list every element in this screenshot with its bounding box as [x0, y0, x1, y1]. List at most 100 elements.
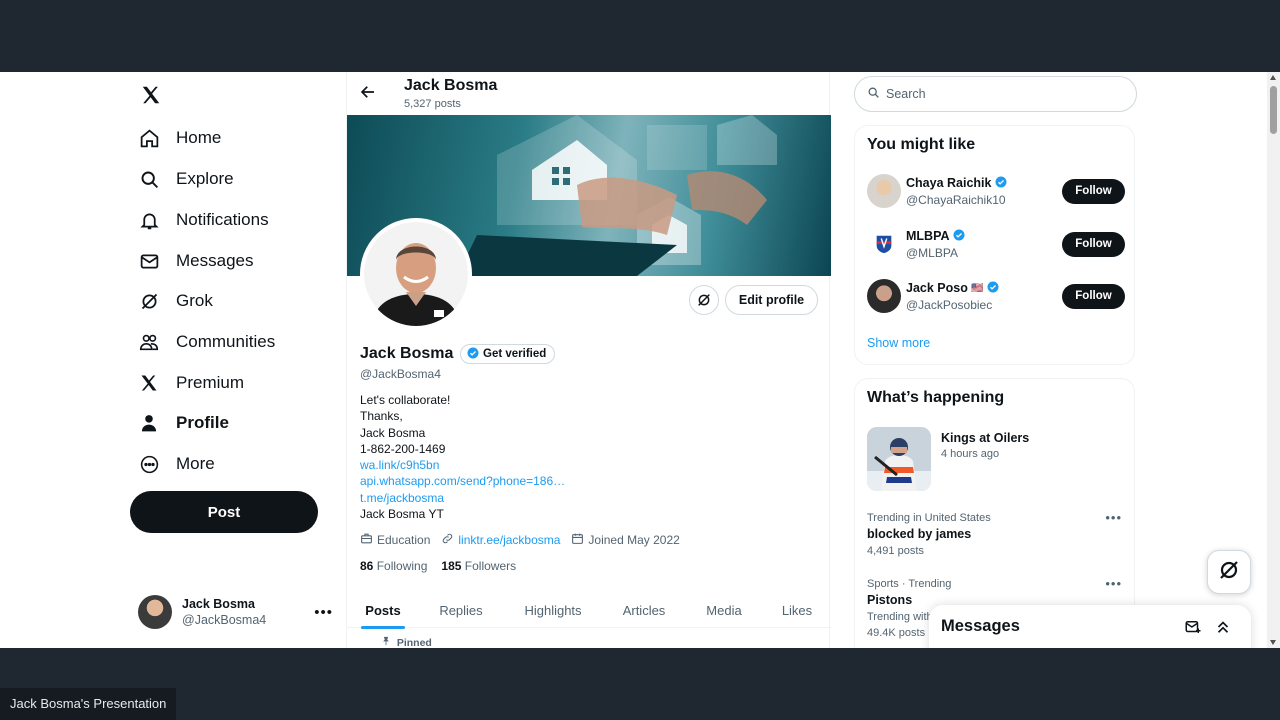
follow-counts: 86 Following 185 Followers: [360, 559, 530, 573]
bio-link[interactable]: t.me/jackbosma: [360, 490, 565, 506]
tab-posts[interactable]: Posts: [347, 592, 419, 628]
nav-label: Messages: [176, 251, 254, 270]
trend-context: Sports · Trending: [867, 578, 952, 590]
more-dots-icon[interactable]: •••: [314, 604, 333, 621]
more-dots-icon[interactable]: •••: [1105, 510, 1122, 525]
us-flag-icon: 🇺🇸: [971, 282, 984, 294]
grok-analyze-button[interactable]: [689, 285, 719, 315]
get-verified-button[interactable]: Get verified: [460, 344, 556, 364]
avatar: [138, 595, 172, 629]
nav-explore[interactable]: Explore: [138, 159, 234, 199]
bio-line: Jack Bosma: [360, 425, 426, 440]
profile-website[interactable]: linktr.ee/jackbosma: [441, 532, 560, 548]
grok-float-button[interactable]: [1207, 550, 1251, 594]
follow-button[interactable]: Follow: [1062, 231, 1125, 257]
joined-label: Joined May 2022: [588, 533, 680, 547]
website-link[interactable]: linktr.ee/jackbosma: [458, 533, 560, 547]
event-image[interactable]: [867, 427, 931, 491]
nav-more[interactable]: More: [138, 444, 215, 484]
card-title: What’s happening: [867, 389, 1005, 406]
category-label: Education: [377, 533, 431, 547]
nav-profile[interactable]: Profile: [138, 403, 229, 443]
event-title[interactable]: Kings at Oilers: [941, 431, 1029, 445]
nav-label: Explore: [176, 169, 234, 188]
nav-label: Grok: [176, 291, 213, 310]
more-circle-icon: [138, 453, 160, 475]
people-icon: [138, 331, 160, 353]
nav-premium[interactable]: Premium: [138, 363, 244, 403]
search-placeholder: Search: [886, 87, 926, 101]
nav-messages[interactable]: Messages: [138, 241, 253, 281]
nav-label: Notifications: [176, 210, 269, 229]
x-logo-icon: [138, 372, 160, 394]
bio-link[interactable]: api.whatsapp.com/send?phone=186…: [360, 473, 565, 489]
trend-count: 4,491 posts: [867, 545, 924, 557]
follow-button[interactable]: Follow: [1062, 178, 1125, 204]
trend-extra: Trending with: [867, 611, 933, 623]
show-more-link[interactable]: Show more: [867, 336, 930, 350]
grok-icon: [138, 290, 160, 312]
nav-notifications[interactable]: Notifications: [138, 200, 269, 240]
profile-bio: Let's collaborate! Thanks, Jack Bosma 1-…: [360, 392, 565, 522]
x-logo-icon[interactable]: [140, 84, 162, 106]
envelope-icon: [138, 250, 160, 272]
following-count: 86: [360, 559, 374, 573]
verified-badge-icon: [987, 281, 999, 296]
tab-articles[interactable]: Articles: [603, 592, 685, 628]
scrollbar-thumb[interactable]: [1270, 86, 1277, 134]
nav-grok[interactable]: Grok: [138, 281, 213, 321]
bio-link[interactable]: wa.link/c9h5bn: [360, 457, 565, 473]
scroll-up-arrow-icon[interactable]: [1270, 75, 1276, 80]
tab-likes[interactable]: Likes: [763, 592, 831, 628]
home-icon: [138, 127, 160, 149]
avatar: [867, 174, 901, 208]
bio-line: 1-862-200-1469: [360, 441, 446, 456]
scroll-down-arrow-icon[interactable]: [1270, 640, 1276, 645]
account-handle: @JackBosma4: [182, 613, 267, 627]
nav-communities[interactable]: Communities: [138, 322, 275, 362]
suggestion-item[interactable]: Jack Poso 🇺🇸 @JackPosobiec Follow: [867, 278, 1125, 314]
card-title: You might like: [867, 136, 976, 153]
profile-meta: Education linktr.ee/jackbosma Joined May…: [360, 532, 691, 548]
search-input[interactable]: Search: [854, 76, 1137, 112]
followers-link[interactable]: 185 Followers: [441, 559, 516, 573]
edit-profile-button[interactable]: Edit profile: [725, 285, 818, 315]
suggestion-item[interactable]: MLBPA @MLBPA Follow: [867, 226, 1125, 262]
account-switcher[interactable]: Jack Bosma @JackBosma4 •••: [138, 590, 333, 634]
profile-category: Education: [360, 532, 430, 548]
profile-avatar[interactable]: [360, 218, 472, 330]
tab-highlights[interactable]: Highlights: [503, 592, 603, 628]
profile-column: Jack Bosma 5,327 posts Edit profile Jack…: [346, 72, 831, 648]
suggestion-handle: @ChayaRaichik10: [906, 192, 1006, 207]
trend-count: 49.4K posts: [867, 627, 926, 639]
suggestion-item[interactable]: Chaya Raichik @ChayaRaichik10 Follow: [867, 173, 1125, 209]
you-might-like-card: You might like Chaya Raichik @ChayaRaich…: [854, 125, 1135, 365]
search-icon: [867, 86, 886, 102]
bio-line: Jack Bosma YT: [360, 507, 444, 522]
mlbpa-logo-icon: [867, 227, 901, 261]
following-link[interactable]: 86 Following: [360, 559, 427, 573]
followers-label: Followers: [464, 559, 517, 573]
follow-button[interactable]: Follow: [1062, 283, 1125, 309]
profile-joined: Joined May 2022: [571, 532, 680, 548]
messages-drawer[interactable]: Messages: [929, 605, 1251, 648]
chevrons-up-icon[interactable]: [1214, 618, 1232, 641]
tab-media[interactable]: Media: [685, 592, 763, 628]
suggestion-name: Jack Poso: [906, 281, 968, 295]
bell-icon: [138, 209, 160, 231]
page-scrollbar[interactable]: [1267, 72, 1280, 648]
new-message-icon[interactable]: [1184, 618, 1202, 641]
tab-replies[interactable]: Replies: [419, 592, 503, 628]
left-navigation: Home Explore Notifications Messages Grok…: [130, 72, 333, 648]
back-arrow-icon[interactable]: [359, 83, 379, 103]
nav-label: Premium: [176, 373, 245, 392]
profile-header-bar: Jack Bosma 5,327 posts: [347, 72, 831, 115]
post-button[interactable]: Post: [130, 491, 318, 533]
bio-line: Let's collaborate!: [360, 393, 451, 407]
more-dots-icon[interactable]: •••: [1105, 576, 1122, 591]
nav-label: Profile: [176, 413, 229, 432]
following-label: Following: [376, 559, 428, 573]
trend-title[interactable]: blocked by james: [867, 527, 971, 541]
trend-title[interactable]: Pistons: [867, 593, 912, 607]
nav-home[interactable]: Home: [138, 118, 221, 158]
